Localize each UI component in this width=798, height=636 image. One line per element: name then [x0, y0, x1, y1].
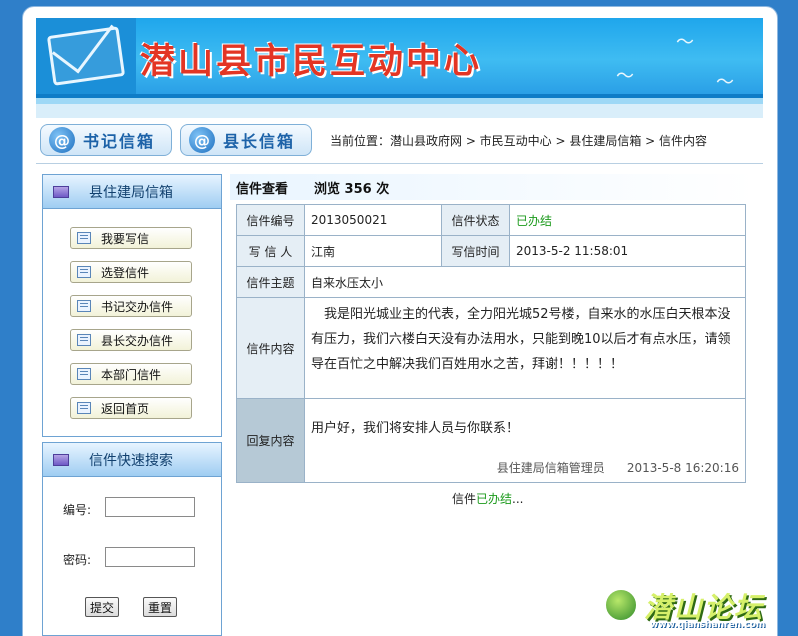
password-input[interactable] [105, 547, 195, 567]
tab-label: 书记信箱 [83, 132, 156, 151]
subject-label: 信件主题 [236, 266, 305, 298]
site-banner: 潜山县市民互动中心 〜 〜 〜 [36, 18, 763, 98]
divider [36, 163, 763, 164]
table-row: 信件内容 我是阳光城业主的代表，全力阳光城52号楼，自来水的水压白天根本没有压力… [236, 297, 746, 399]
writer-label: 写 信 人 [236, 235, 305, 267]
table-row: 回复内容 用户好，我们将安排人员与你联系！ 县住建局信箱管理员 2013-5-8 … [236, 398, 746, 483]
footer-prefix: 信件 [452, 492, 477, 506]
panel-title: 县住建局信箱 [89, 184, 173, 201]
at-icon: @ [189, 127, 215, 153]
sidebar-item-county-head-assigned[interactable]: 县长交办信件 [70, 329, 192, 351]
site-title: 潜山县市民互动中心 [140, 41, 483, 82]
reply-time: 2013-5-8 16:20:16 [626, 461, 739, 475]
watermark-url: www.qianshanren.com [650, 620, 766, 630]
quick-search-panel: 信件快速搜索 编号: 密码: 提交 重置 [42, 442, 222, 636]
mail-icon [77, 232, 91, 244]
breadcrumb: 当前位置：潜山县政府网 > 市民互动中心 > 县住建局信箱 > 信件内容 [330, 134, 708, 148]
sidebar-item-label: 选登信件 [101, 265, 150, 280]
banner-logo-block [36, 18, 136, 94]
reply-cell: 用户好，我们将安排人员与你联系！ 县住建局信箱管理员 2013-5-8 16:20… [304, 398, 746, 483]
tab-secretary-mailbox[interactable]: @ 书记信箱 [40, 124, 172, 156]
panel-header: 信件快速搜索 [43, 443, 221, 477]
document-icon [77, 300, 91, 312]
forum-logo-icon [604, 588, 638, 622]
tab-county-head-mailbox[interactable]: @ 县长信箱 [180, 124, 312, 156]
panel-title: 信件快速搜索 [89, 452, 173, 469]
sidebar-menu-panel: 县住建局信箱 我要写信 选登信件 书记交办信件 县长交办信件 本部门信件 返回首… [42, 174, 222, 437]
sidebar-item-label: 县长交办信件 [101, 333, 174, 348]
table-row: 信件编号 2013050021 信件状态 已办结 [236, 204, 746, 236]
footer-suffix: ... [512, 492, 524, 506]
document-icon [77, 368, 91, 380]
sidebar-item-home[interactable]: 返回首页 [70, 397, 192, 419]
letter-view-title: 信件查看 浏览 356 次 [236, 181, 390, 197]
content-value: 我是阳光城业主的代表，全力阳光城52号楼，自来水的水压白天根本没有压力，我们六楼… [304, 297, 746, 399]
content-label: 信件内容 [236, 297, 305, 399]
letter-number-label: 信件编号 [236, 204, 305, 236]
reset-button[interactable]: 重置 [143, 597, 177, 617]
panel-bullet-icon [53, 185, 69, 198]
letter-number-value: 2013050021 [304, 204, 442, 236]
sidebar-item-label: 本部门信件 [101, 367, 162, 382]
sidebar-item-department-letters[interactable]: 本部门信件 [70, 363, 192, 385]
table-row: 信件主题 自来水压太小 [236, 266, 746, 298]
sidebar-item-label: 我要写信 [101, 231, 150, 246]
write-time-value: 2013-5-2 11:58:01 [509, 235, 746, 267]
letter-status-value: 已办结 [509, 204, 746, 236]
forum-watermark: 潜山论坛 www.qianshanren.com [604, 586, 796, 634]
at-icon: @ [49, 127, 75, 153]
seagull-icon: 〜 [616, 66, 634, 87]
reply-label: 回复内容 [236, 398, 305, 483]
home-icon [77, 402, 91, 414]
banner-stripe [36, 104, 763, 118]
sidebar-item-secretary-assigned[interactable]: 书记交办信件 [70, 295, 192, 317]
sidebar-item-selected-letters[interactable]: 选登信件 [70, 261, 192, 283]
panel-header: 县住建局信箱 [43, 175, 221, 209]
seagull-icon: 〜 [716, 72, 734, 93]
table-row: 写 信 人 江南 写信时间 2013-5-2 11:58:01 [236, 235, 746, 267]
sidebar-item-write-letter[interactable]: 我要写信 [70, 227, 192, 249]
document-icon [77, 334, 91, 346]
letter-status-label: 信件状态 [441, 204, 510, 236]
reply-text: 用户好，我们将安排人员与你联系！ [311, 421, 520, 436]
subject-value: 自来水压太小 [304, 266, 746, 298]
password-label: 密码: [63, 553, 92, 567]
letter-view-header: 信件查看 浏览 356 次 [230, 174, 755, 200]
submit-button[interactable]: 提交 [85, 597, 119, 617]
tab-label: 县长信箱 [223, 132, 296, 151]
reply-signer: 县住建局信箱管理员 [496, 461, 605, 475]
letter-status-footer: 信件已办结... [452, 490, 523, 507]
document-icon [77, 266, 91, 278]
write-time-label: 写信时间 [441, 235, 510, 267]
sidebar-item-label: 书记交办信件 [101, 299, 174, 314]
seagull-icon: 〜 [676, 32, 694, 53]
panel-bullet-icon [53, 453, 69, 466]
writer-value: 江南 [304, 235, 442, 267]
sidebar-item-label: 返回首页 [101, 401, 150, 416]
letter-detail-table: 信件编号 2013050021 信件状态 已办结 写 信 人 江南 写信时间 2… [236, 204, 746, 483]
footer-status: 已办结 [476, 492, 513, 506]
number-label: 编号: [63, 503, 92, 517]
envelope-icon [46, 26, 126, 86]
number-input[interactable] [105, 497, 195, 517]
reply-signature: 县住建局信箱管理员 2013-5-8 16:20:16 [497, 459, 739, 476]
